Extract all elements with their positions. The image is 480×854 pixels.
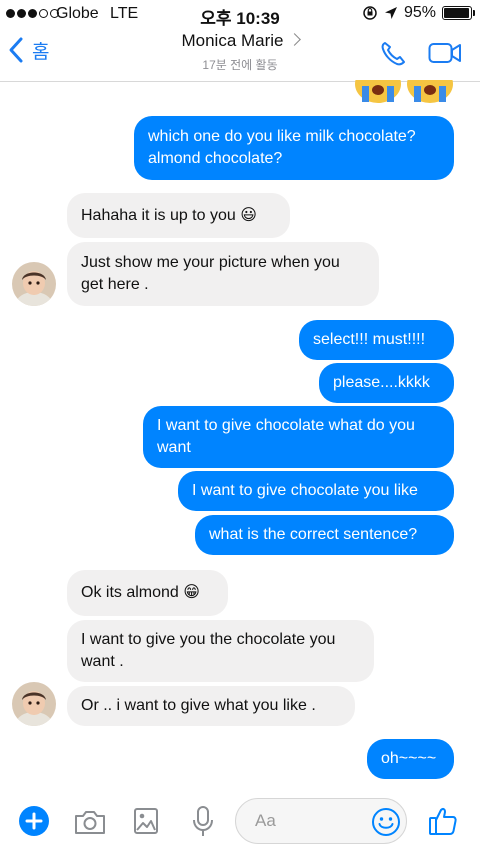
message-input[interactable]: Aa — [235, 798, 407, 844]
location-arrow-icon — [384, 7, 397, 19]
message-bubble[interactable]: Or .. i want to give what you like . — [67, 686, 355, 726]
message-text: oh~~~~ — [381, 750, 437, 767]
message-text: Just show me your picture when you — [81, 254, 340, 271]
status-bar: Globe LTE 오후 10:39 95% — [0, 0, 480, 28]
message-text: Hahaha it is up to you 😃 — [81, 206, 257, 224]
message-bubble[interactable]: please....kkkk — [319, 363, 454, 403]
conversation-header: 홈 Monica Marie 17분 전에 활동 — [0, 28, 480, 82]
message-bubble[interactable]: Hahaha it is up to you 😃 — [67, 193, 290, 238]
phone-icon[interactable] — [378, 39, 408, 69]
chevron-right-icon — [287, 33, 301, 46]
message-bubble[interactable]: Just show me your picture when you get h… — [67, 242, 379, 306]
message-text: want . — [81, 653, 124, 670]
message-text: select!!! must!!!! — [313, 331, 426, 348]
message-text: Ok its almond 😁 — [81, 584, 200, 601]
camera-icon[interactable] — [73, 808, 107, 836]
message-text: what is the correct sentence? — [209, 526, 418, 543]
message-text: Or .. i want to give what you like . — [81, 697, 316, 714]
contact-avatar[interactable] — [12, 682, 56, 726]
contact-title[interactable]: Monica Marie 17분 전에 활동 — [0, 31, 480, 73]
message-bubble[interactable]: Ok its almond 😁 — [67, 570, 228, 616]
contact-name: Monica Marie — [181, 31, 284, 50]
input-placeholder: Aa — [255, 811, 276, 830]
message-text: get here . — [81, 276, 149, 293]
thumbs-up-icon[interactable] — [427, 805, 459, 837]
message-text: want — [157, 439, 191, 456]
message-bubble[interactable]: what is the correct sentence? — [195, 515, 454, 555]
active-status: 17분 전에 활동 — [202, 58, 278, 72]
message-bubble[interactable]: I want to give you the chocolate you wan… — [67, 620, 374, 682]
message-text: almond chocolate? — [148, 150, 283, 167]
emoji-icon[interactable] — [371, 807, 401, 837]
message-text: please....kkkk — [333, 374, 430, 391]
message-bubble[interactable]: select!!! must!!!! — [299, 320, 454, 360]
message-bubble[interactable]: oh~~~~ — [367, 739, 454, 779]
image-icon[interactable] — [133, 806, 159, 836]
microphone-icon[interactable] — [191, 805, 215, 839]
contact-avatar[interactable] — [12, 262, 56, 306]
battery-icon — [442, 6, 475, 20]
message-text: I want to give chocolate what do you — [157, 417, 415, 434]
message-bubble[interactable]: which one do you like milk chocolate? al… — [134, 116, 454, 180]
crying-sticker[interactable] — [352, 80, 457, 104]
plus-icon[interactable] — [18, 805, 50, 837]
battery-level — [444, 8, 469, 18]
rotation-lock-icon — [363, 6, 377, 20]
video-icon[interactable] — [428, 41, 462, 65]
message-text: I want to give you the chocolate you — [81, 631, 336, 648]
message-bubble[interactable]: I want to give chocolate you like — [178, 471, 454, 511]
battery-percent: 95% — [403, 4, 436, 21]
message-text: which one do you like milk chocolate? — [148, 128, 416, 145]
message-text: I want to give chocolate you like — [192, 482, 418, 499]
message-bubble[interactable]: I want to give chocolate what do you wan… — [143, 406, 454, 468]
